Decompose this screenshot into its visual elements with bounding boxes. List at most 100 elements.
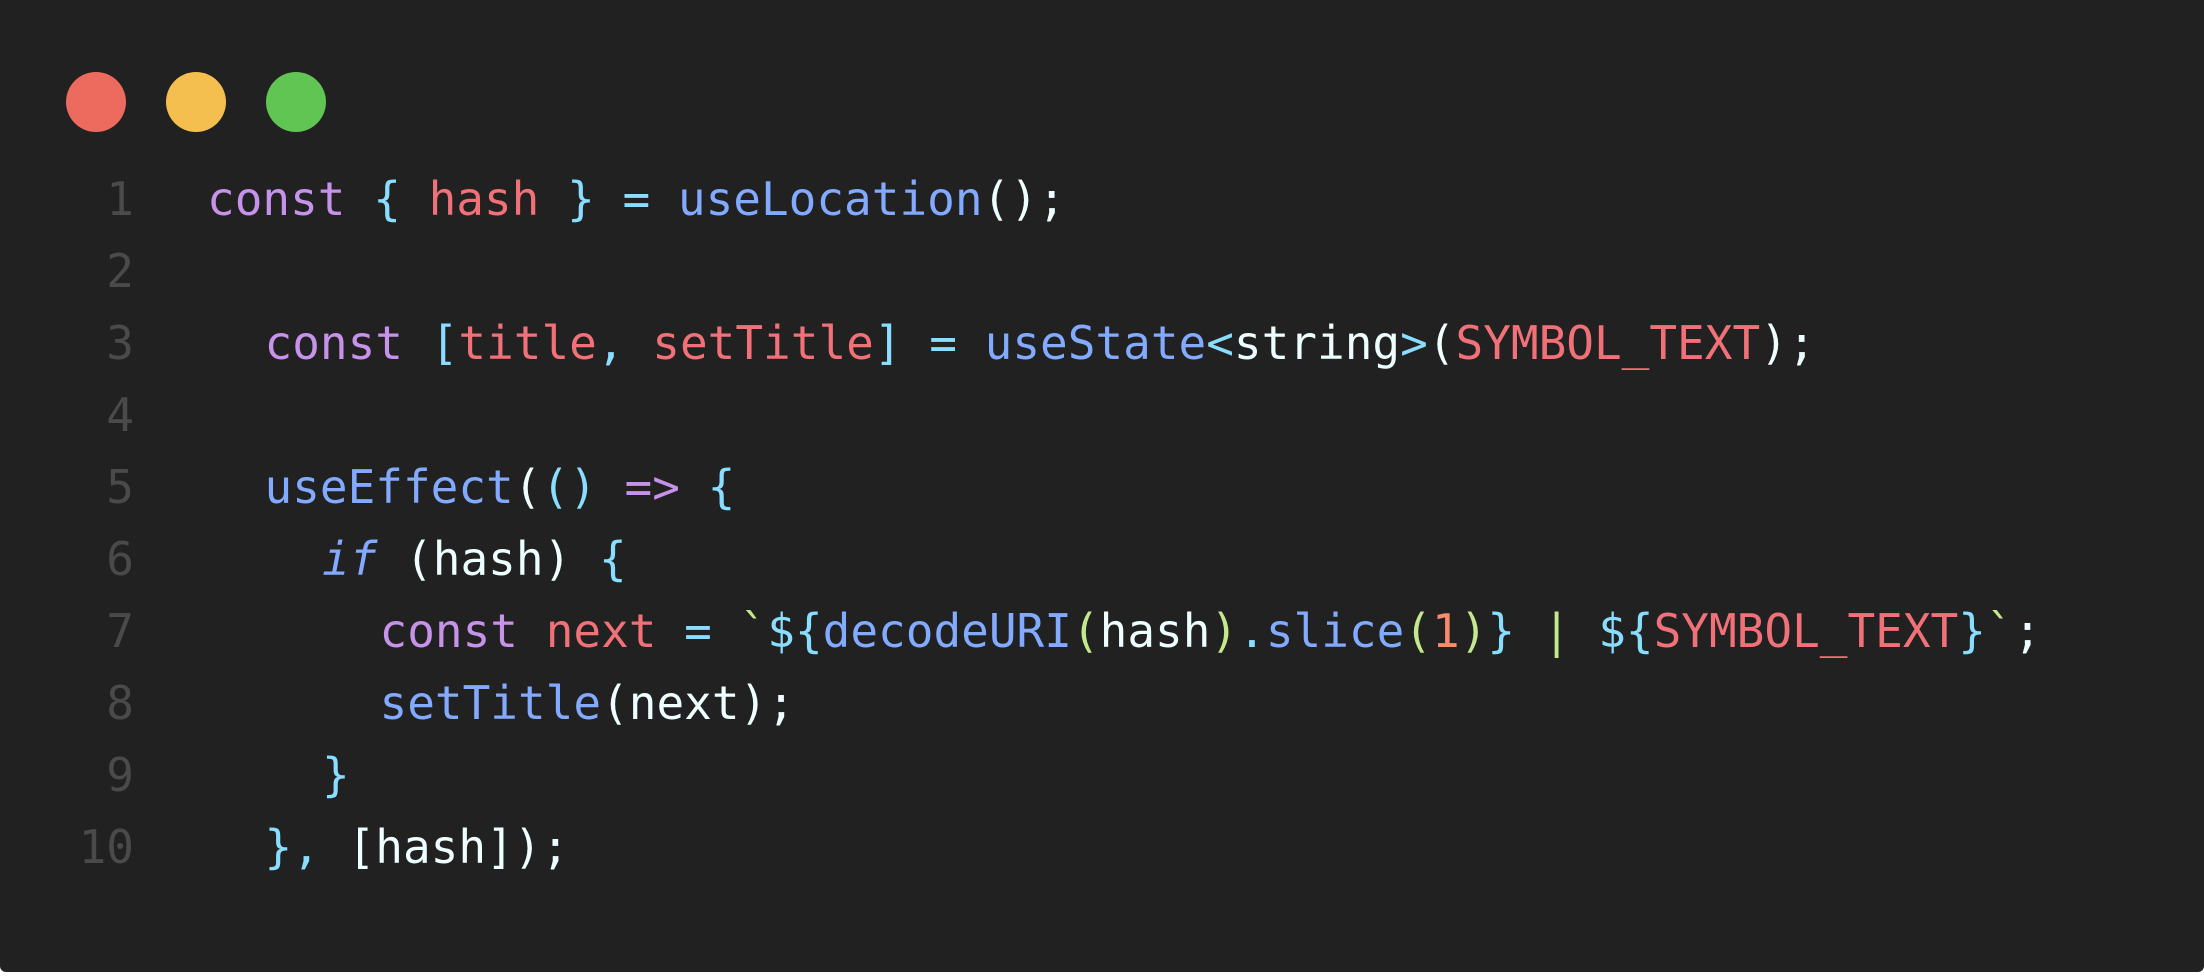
code-token: const <box>207 172 346 226</box>
code-token: (next); <box>601 676 795 730</box>
close-dot[interactable] <box>66 72 126 132</box>
code-line: 2 <box>0 235 2204 307</box>
code-token: hash <box>428 172 540 226</box>
code-token: const <box>379 604 518 658</box>
code-token: } <box>567 172 595 226</box>
code-line: 9} <box>0 739 2204 811</box>
code-token: . <box>1238 604 1266 658</box>
line-source: } <box>322 739 350 811</box>
code-token: ( <box>1404 604 1432 658</box>
line-source: const { hash } = useLocation(); <box>207 163 1066 235</box>
code-token: = <box>622 172 651 226</box>
code-line: 8 setTitle(next); <box>0 667 2204 739</box>
code-line: 5 useEffect(() => { <box>0 451 2204 523</box>
line-number: 8 <box>106 676 134 730</box>
code-token: } <box>1487 604 1516 658</box>
code-line: 3 const [title, setTitle] = useState<stri… <box>0 307 2204 379</box>
line-source: useEffect(() => { <box>265 451 736 523</box>
code-token: ${ <box>767 604 823 658</box>
code-token: const <box>264 316 403 370</box>
code-line: 6 if (hash) { <box>0 523 2204 595</box>
line-number: 3 <box>106 316 134 370</box>
code-line: 4 <box>0 379 2204 451</box>
code-token: { <box>707 460 736 514</box>
line-source: const next = `${decodeURI(hash).slice(1)… <box>380 595 2042 667</box>
code-token: { <box>373 172 401 226</box>
code-token: SYMBOL_TEXT <box>1653 604 1959 658</box>
line-source: setTitle(next); <box>380 667 795 739</box>
code-line: 7 const next = `${decodeURI(hash).slice(1… <box>0 595 2204 667</box>
line-number: 4 <box>106 388 134 442</box>
line-source: }, [hash]); <box>265 811 570 883</box>
code-token: > <box>1400 316 1428 370</box>
code-token: ( <box>513 460 542 514</box>
code-token: , <box>596 316 625 370</box>
code-token: useState <box>984 316 1207 370</box>
code-token: () <box>541 460 597 514</box>
code-token: ] <box>873 316 902 370</box>
line-number: 10 <box>78 820 134 874</box>
code-token: (); <box>982 172 1066 226</box>
code-token: if <box>322 532 378 586</box>
code-token: { <box>598 532 627 586</box>
code-token: title <box>458 316 597 370</box>
code-token: decodeURI <box>822 604 1072 658</box>
code-token: hash <box>1099 604 1211 658</box>
code-token: ); <box>1760 316 1816 370</box>
code-token: [hash]); <box>319 820 570 874</box>
code-line: 10 }, [hash]); <box>0 811 2204 883</box>
line-source: if (hash) { <box>322 523 627 595</box>
code-token: ( <box>1427 316 1456 370</box>
code-token: ) <box>1210 604 1239 658</box>
code-token: | <box>1515 604 1599 658</box>
code-token: ; <box>2013 604 2042 658</box>
code-token: } <box>1958 604 1986 658</box>
code-token: setTitle <box>379 676 602 730</box>
line-number: 6 <box>106 532 134 586</box>
maximize-dot[interactable] <box>266 72 326 132</box>
code-token: SYMBOL_TEXT <box>1455 316 1761 370</box>
line-number: 9 <box>106 748 134 802</box>
line-source: const [title, setTitle] = useState<strin… <box>265 307 1816 379</box>
code-token: useLocation <box>677 172 983 226</box>
code-window: 1 const { hash } = useLocation(); 2 3 const … <box>0 0 2204 972</box>
line-number: 2 <box>106 244 134 298</box>
code-token: } <box>322 748 350 802</box>
code-token: = <box>929 316 957 370</box>
code-token: ` <box>739 604 768 658</box>
code-token: string <box>1233 316 1401 370</box>
code-token: ( <box>1071 604 1100 658</box>
minimize-dot[interactable] <box>166 72 226 132</box>
line-number: 1 <box>106 172 134 226</box>
code-token: => <box>624 460 680 514</box>
code-token: ${ <box>1598 604 1654 658</box>
code-token: useEffect <box>264 460 514 514</box>
code-token: next <box>545 604 657 658</box>
code-token: setTitle <box>652 316 874 370</box>
code-line: 1 const { hash } = useLocation(); <box>0 163 2204 235</box>
code-token: 1 <box>1432 604 1460 658</box>
line-number: 5 <box>106 460 134 514</box>
code-token: ) <box>1459 604 1488 658</box>
code-token: < <box>1206 316 1234 370</box>
code-token: ` <box>1985 604 2014 658</box>
code-token: [ <box>430 316 459 370</box>
code-token: slice <box>1265 604 1405 658</box>
code-token: (hash) <box>377 532 599 586</box>
code-token: } <box>264 820 293 874</box>
line-number: 7 <box>106 604 134 658</box>
